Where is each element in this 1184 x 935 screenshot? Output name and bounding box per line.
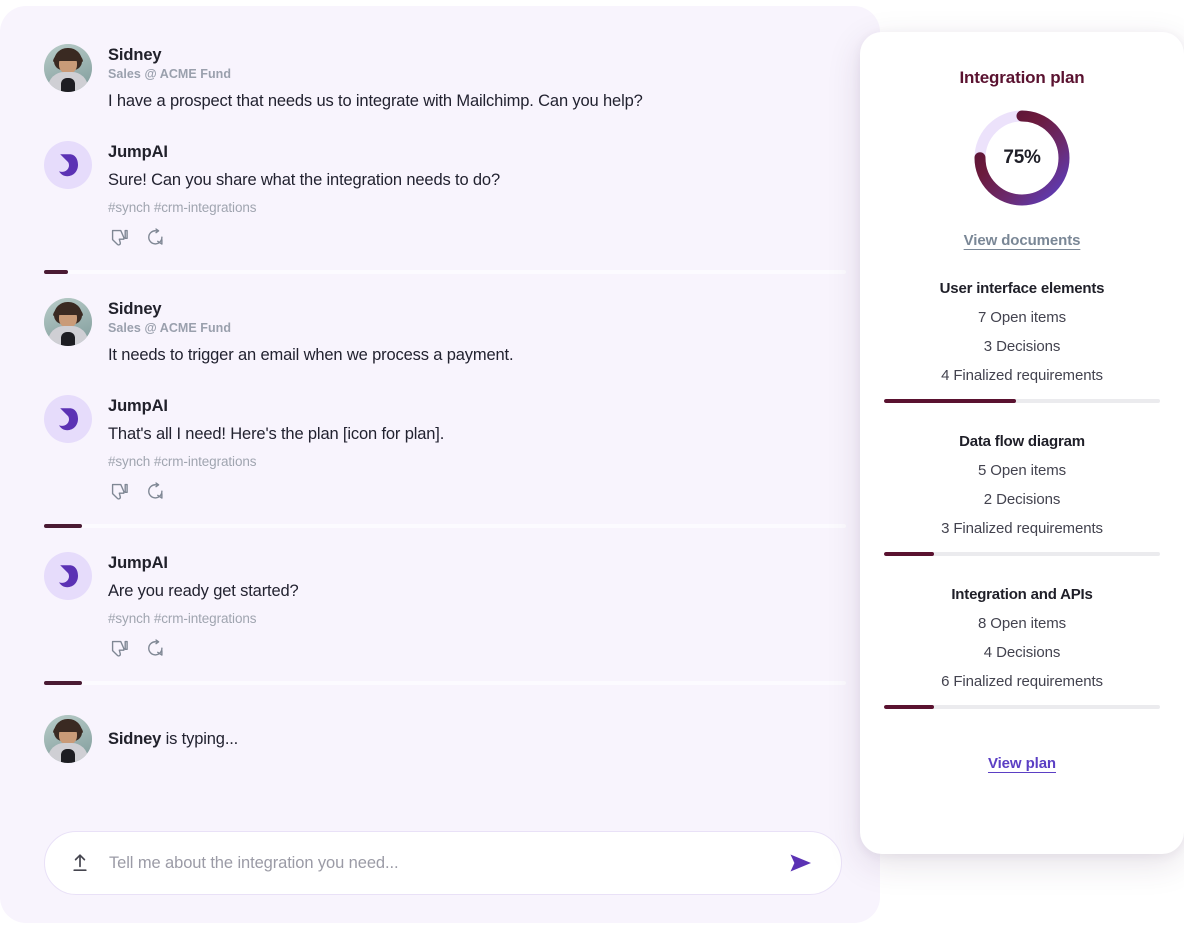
message-group: JumpAI Sure! Can you share what the inte… <box>0 141 880 252</box>
message-divider <box>44 681 846 685</box>
plan-section: User interface elements 7 Open items 3 D… <box>884 280 1160 403</box>
avatar-wrap <box>44 395 92 443</box>
message-sender: Sidney <box>108 46 162 64</box>
progress-donut: 75% <box>970 106 1074 210</box>
message-tags: #synch #crm-integrations <box>108 200 257 215</box>
plan-section-title: Integration and APIs <box>951 586 1093 603</box>
send-icon[interactable] <box>787 851 815 875</box>
view-documents-link[interactable]: View documents <box>964 232 1081 249</box>
plan-section-decisions: 3 Decisions <box>983 338 1061 355</box>
jumpai-logo-icon <box>59 408 78 431</box>
regenerate-icon[interactable] <box>144 226 166 248</box>
message-sender: Sidney <box>108 300 162 318</box>
chat-message-bot: JumpAI Are you ready get started? #synch… <box>44 552 846 663</box>
message-tags: #synch #crm-integrations <box>108 611 257 626</box>
view-plan-row: View plan <box>884 755 1160 773</box>
plan-section-open-items: 7 Open items <box>977 309 1066 326</box>
message-group: Sidney Sales @ ACME Fund It needs to tri… <box>0 298 880 371</box>
message-body: JumpAI Are you ready get started? #synch… <box>108 552 846 659</box>
avatar-wrap <box>44 44 92 92</box>
avatar-jumpai[interactable] <box>44 141 92 189</box>
regenerate-icon[interactable] <box>144 637 166 659</box>
jumpai-logo-icon <box>59 565 78 588</box>
avatar-wrap <box>44 141 92 189</box>
message-body: JumpAI Sure! Can you share what the inte… <box>108 141 846 248</box>
message-text: Are you ready get started? <box>108 582 299 600</box>
plan-section: Integration and APIs 8 Open items 4 Deci… <box>884 586 1160 709</box>
chat-message-user: Sidney Sales @ ACME Fund I have a prospe… <box>44 44 846 117</box>
plan-section-progress-bar <box>884 552 1160 556</box>
message-text: That's all I need! Here's the plan [icon… <box>108 425 445 443</box>
typing-text: Sidney is typing... <box>108 730 238 749</box>
message-actions <box>108 480 846 502</box>
message-sender: JumpAI <box>108 143 168 161</box>
message-actions <box>108 226 846 248</box>
plan-section-title: Data flow diagram <box>959 433 1085 450</box>
message-body: Sidney Sales @ ACME Fund I have a prospe… <box>108 44 846 113</box>
plan-section-progress-bar <box>884 399 1160 403</box>
chat-panel: Sidney Sales @ ACME Fund I have a prospe… <box>0 6 880 923</box>
plan-section-progress-bar <box>884 705 1160 709</box>
plan-section-finalized: 3 Finalized requirements <box>941 520 1103 537</box>
typing-name: Sidney <box>108 729 162 748</box>
message-input[interactable] <box>109 853 769 873</box>
plan-section-decisions: 2 Decisions <box>983 491 1061 508</box>
message-group: JumpAI Are you ready get started? #synch… <box>0 552 880 663</box>
view-plan-link[interactable]: View plan <box>988 755 1056 772</box>
avatar-wrap <box>44 298 92 346</box>
plan-section-title: User interface elements <box>939 280 1105 297</box>
upload-icon[interactable] <box>69 851 91 875</box>
typing-suffix: is typing... <box>161 729 239 748</box>
plan-title: Integration plan <box>959 68 1085 87</box>
chat-message-bot: JumpAI Sure! Can you share what the inte… <box>44 141 846 252</box>
chat-message-bot: JumpAI That's all I need! Here's the pla… <box>44 395 846 506</box>
avatar-jumpai[interactable] <box>44 552 92 600</box>
plan-section-open-items: 8 Open items <box>977 615 1066 632</box>
message-composer <box>44 831 842 895</box>
app-root: Sidney Sales @ ACME Fund I have a prospe… <box>0 0 1184 935</box>
plan-section: Data flow diagram 5 Open items 2 Decisio… <box>884 433 1160 556</box>
avatar-sidney[interactable] <box>44 298 92 346</box>
thumbs-down-icon[interactable] <box>108 637 130 659</box>
message-body: Sidney Sales @ ACME Fund It needs to tri… <box>108 298 846 367</box>
message-sender: JumpAI <box>108 397 168 415</box>
progress-percent-label: 75% <box>1003 147 1041 168</box>
avatar-wrap <box>44 552 92 600</box>
message-actions <box>108 637 846 659</box>
message-group: JumpAI That's all I need! Here's the pla… <box>0 395 880 506</box>
plan-section-decisions: 4 Decisions <box>983 644 1061 661</box>
typing-indicator: Sidney is typing... <box>0 715 880 763</box>
message-group: Sidney Sales @ ACME Fund I have a prospe… <box>0 44 880 117</box>
message-body: JumpAI That's all I need! Here's the pla… <box>108 395 846 502</box>
view-documents-row: View documents <box>884 232 1160 250</box>
chat-message-user: Sidney Sales @ ACME Fund It needs to tri… <box>44 298 846 371</box>
message-divider <box>44 524 846 528</box>
plan-section-finalized: 6 Finalized requirements <box>941 673 1103 690</box>
message-divider <box>44 270 846 274</box>
message-role: Sales @ ACME Fund <box>108 67 232 81</box>
plan-section-open-items: 5 Open items <box>977 462 1066 479</box>
jumpai-logo-icon <box>59 154 78 177</box>
thumbs-down-icon[interactable] <box>108 226 130 248</box>
message-list: Sidney Sales @ ACME Fund I have a prospe… <box>0 6 880 763</box>
message-role: Sales @ ACME Fund <box>108 321 232 335</box>
message-text: It needs to trigger an email when we pro… <box>108 346 514 364</box>
message-text: I have a prospect that needs us to integ… <box>108 92 643 110</box>
message-text: Sure! Can you share what the integration… <box>108 171 500 189</box>
avatar-sidney[interactable] <box>44 715 92 763</box>
plan-section-finalized: 4 Finalized requirements <box>941 367 1103 384</box>
integration-plan-panel: Integration plan 75% View documents User… <box>860 32 1184 854</box>
message-tags: #synch #crm-integrations <box>108 454 257 469</box>
avatar-sidney[interactable] <box>44 44 92 92</box>
avatar-jumpai[interactable] <box>44 395 92 443</box>
message-sender: JumpAI <box>108 554 168 572</box>
regenerate-icon[interactable] <box>144 480 166 502</box>
thumbs-down-icon[interactable] <box>108 480 130 502</box>
